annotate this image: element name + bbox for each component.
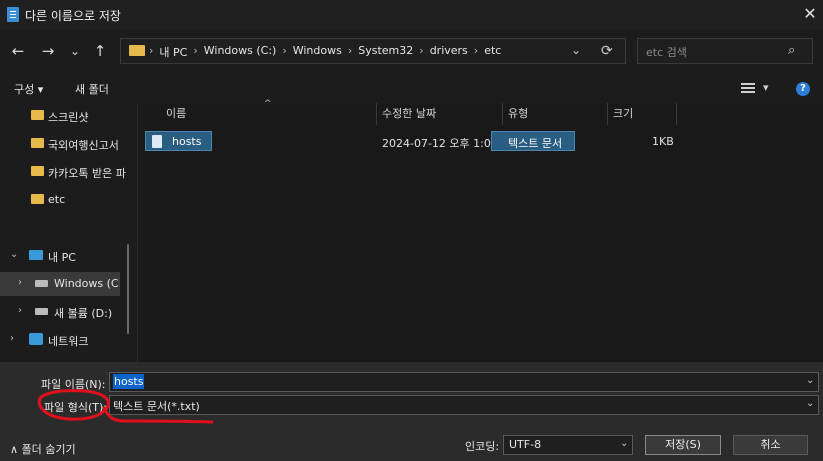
file-size: 1KB [652, 135, 674, 148]
crumb-system32[interactable]: System32 [358, 44, 413, 60]
encoding-value: UTF-8 [509, 438, 542, 451]
breadcrumb-separator: › [149, 44, 154, 57]
column-header-size[interactable]: 크기 [613, 105, 633, 125]
folder-icon [31, 110, 44, 120]
breadcrumb-separator: › [282, 44, 287, 57]
close-button[interactable]: ✕ [800, 4, 820, 24]
address-dropdown-icon[interactable]: ⌄ [571, 43, 581, 57]
sidebar-item-label: 네트워크 [48, 335, 89, 348]
chevron-right-icon[interactable]: › [18, 305, 22, 316]
sidebar-item-label: 내 PC [48, 251, 76, 264]
sidebar-item-network[interactable]: › 네트워크 [0, 328, 138, 352]
drive-icon [35, 308, 48, 315]
file-row-hosts[interactable]: hosts [145, 131, 212, 151]
column-header-type[interactable]: 유형 [508, 105, 528, 125]
sidebar-item-travel-report[interactable]: 국외여행신고서 [0, 132, 138, 156]
sidebar-item-this-pc[interactable]: ⌄ 내 PC [0, 244, 138, 268]
filename-label: 파일 이름(N): [41, 378, 106, 391]
chevron-right-icon[interactable]: › [10, 333, 14, 344]
sidebar-item-label: Windows (C:) [54, 277, 120, 290]
sidebar-item-kakaotalk[interactable]: 카카오톡 받은 파 [0, 160, 138, 184]
sort-ascending-icon: ^ [264, 99, 272, 109]
breadcrumb-separator: › [347, 44, 353, 57]
sidebar-item-label: 카카오톡 받은 파 [48, 167, 126, 180]
recent-locations-button[interactable]: ⌄ [66, 42, 84, 60]
search-box[interactable]: etc 검색 ⌕ [637, 38, 813, 64]
up-button[interactable]: ↑ [91, 42, 109, 60]
hide-folders-button[interactable]: ∧ 폴더 숨기기 [10, 441, 76, 457]
sidebar-item-screenshots[interactable]: 스크린샷 [0, 104, 138, 128]
encoding-select[interactable]: UTF-8 ⌄ [503, 435, 633, 455]
column-header-modified[interactable]: 수정한 날짜 [382, 105, 436, 125]
chevron-down-icon[interactable]: ⌄ [806, 375, 814, 386]
file-type: 텍스트 문서 [508, 137, 563, 150]
breadcrumb-separator: › [473, 44, 479, 57]
sidebar-item-label: 국외여행신고서 [48, 139, 119, 152]
title-bar [0, 0, 823, 30]
view-list-icon[interactable] [741, 83, 755, 95]
save-button[interactable]: 저장(S) [645, 435, 721, 455]
crumb-etc[interactable]: etc [484, 44, 501, 60]
view-menu-chevron-icon[interactable]: ▾ [763, 81, 769, 94]
breadcrumb: › 내 PC › Windows (C:) › Windows › System… [149, 44, 501, 60]
breadcrumb-separator: › [193, 44, 198, 57]
help-icon[interactable]: ? [796, 82, 810, 96]
sidebar-scrollbar[interactable] [127, 244, 129, 334]
crumb-this-pc[interactable]: 내 PC [159, 44, 187, 60]
sidebar-item-label: etc [48, 193, 66, 206]
file-name: hosts [172, 135, 202, 148]
chevron-right-icon[interactable]: › [18, 277, 22, 288]
filetype-label: 파일 형식(T): [44, 401, 107, 414]
column-separator[interactable] [676, 103, 677, 125]
chevron-down-icon[interactable]: ⌄ [806, 398, 814, 409]
back-button[interactable]: ← [9, 42, 27, 60]
file-type-cell[interactable]: 텍스트 문서 [491, 131, 575, 151]
notepad-icon [7, 7, 19, 22]
hide-folders-label: 폴더 숨기기 [21, 443, 76, 456]
new-folder-button[interactable]: 새 폴더 [75, 81, 109, 97]
command-bar [0, 72, 823, 104]
window-title: 다른 이름으로 저장 [25, 9, 121, 23]
chevron-down-icon[interactable]: ⌄ [620, 438, 628, 449]
drive-icon [35, 280, 48, 287]
folder-icon [31, 166, 44, 176]
folder-icon [31, 138, 44, 148]
sidebar-item-label: 새 볼륨 (D:) [54, 307, 113, 320]
file-modified: 2024-07-12 오후 1:01 [382, 137, 498, 150]
address-bar[interactable]: › 내 PC › Windows (C:) › Windows › System… [120, 38, 626, 64]
crumb-drivers[interactable]: drivers [430, 44, 468, 60]
encoding-label: 인코딩: [465, 440, 500, 453]
sidebar-item-etc[interactable]: etc [0, 188, 138, 212]
text-file-icon [152, 135, 162, 148]
folder-icon [129, 45, 145, 56]
breadcrumb-separator: › [419, 44, 424, 57]
search-input[interactable]: etc 검색 [646, 44, 687, 60]
column-separator[interactable] [607, 103, 608, 125]
organize-button[interactable]: 구성 ▾ [14, 81, 43, 97]
search-icon[interactable]: ⌕ [788, 43, 795, 58]
folder-icon [31, 194, 44, 204]
column-separator[interactable] [376, 103, 377, 125]
sidebar-item-windows-c[interactable]: › Windows (C:) [0, 272, 120, 296]
computer-icon [29, 250, 43, 260]
filetype-select[interactable]: 텍스트 문서(*.txt) ⌄ [109, 395, 819, 415]
column-separator[interactable] [502, 103, 503, 125]
crumb-windows[interactable]: Windows [293, 44, 342, 60]
refresh-icon[interactable]: ⟳ [601, 43, 613, 59]
chevron-up-icon: ∧ [10, 443, 19, 456]
filename-input[interactable]: hosts [113, 374, 145, 389]
chevron-down-icon[interactable]: ⌄ [10, 249, 18, 260]
cancel-button[interactable]: 취소 [733, 435, 808, 455]
network-icon [29, 333, 43, 345]
sidebar-item-volume-d[interactable]: › 새 볼륨 (D:) [0, 300, 138, 324]
column-header-name[interactable]: 이름 [166, 105, 186, 125]
forward-button[interactable]: → [39, 42, 57, 60]
crumb-windows-c[interactable]: Windows (C:) [204, 44, 277, 60]
filename-field[interactable]: hosts ⌄ [109, 372, 819, 392]
sidebar-item-label: 스크린샷 [48, 111, 89, 124]
filetype-value: 텍스트 문서(*.txt) [113, 400, 200, 413]
